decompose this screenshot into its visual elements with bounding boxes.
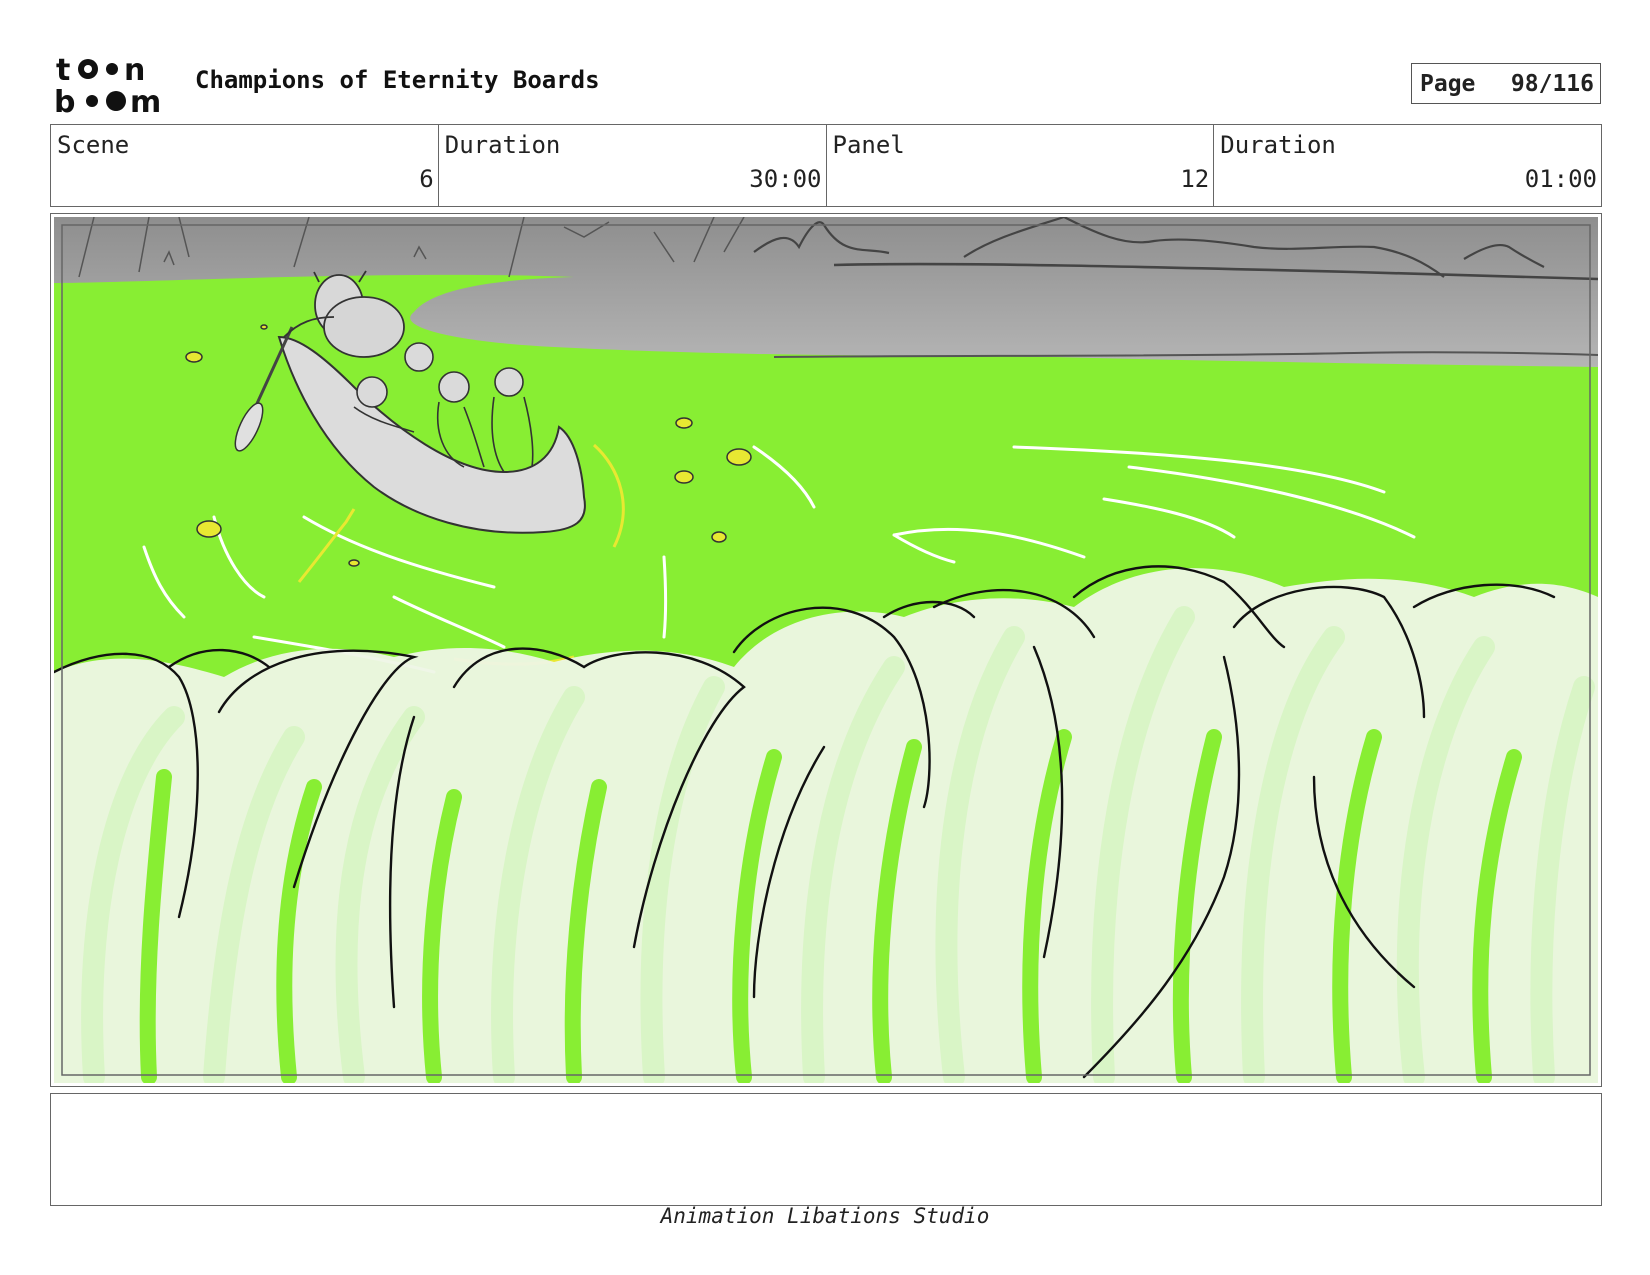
- page-label: Page: [1420, 70, 1476, 97]
- panel-illustration: [54, 217, 1598, 1083]
- panel-duration-cell: Duration 01:00: [1214, 125, 1601, 206]
- panel-label: Panel: [832, 131, 905, 159]
- page-indicator: Page 98/116: [1411, 63, 1601, 104]
- scene-cell: Scene 6: [51, 125, 439, 206]
- panel-duration-value: 01:00: [1524, 165, 1597, 193]
- svg-text:t: t: [56, 53, 70, 88]
- svg-text:n: n: [124, 53, 145, 88]
- storyboard-panel: [50, 213, 1602, 1087]
- svg-text:m: m: [130, 85, 161, 114]
- scene-value: 6: [419, 165, 434, 193]
- scene-duration-label: Duration: [444, 131, 561, 159]
- panel-value: 12: [1180, 165, 1210, 193]
- panel-info-row: Scene 6 Duration 30:00 Panel 12 Duration…: [50, 124, 1602, 207]
- studio-footer: Animation Libations Studio: [660, 1204, 990, 1228]
- scene-duration-value: 30:00: [749, 165, 822, 193]
- panel-cell: Panel 12: [827, 125, 1215, 206]
- scene-duration-cell: Duration 30:00: [439, 125, 827, 206]
- document-title: Champions of Eternity Boards: [195, 66, 600, 94]
- scene-label: Scene: [57, 131, 130, 159]
- toonboom-logo: t n b m: [54, 53, 161, 114]
- svg-text:b: b: [54, 85, 75, 114]
- panel-notes: [50, 1093, 1602, 1206]
- page-number: 98/116: [1510, 70, 1594, 97]
- panel-duration-label: Duration: [1220, 131, 1336, 159]
